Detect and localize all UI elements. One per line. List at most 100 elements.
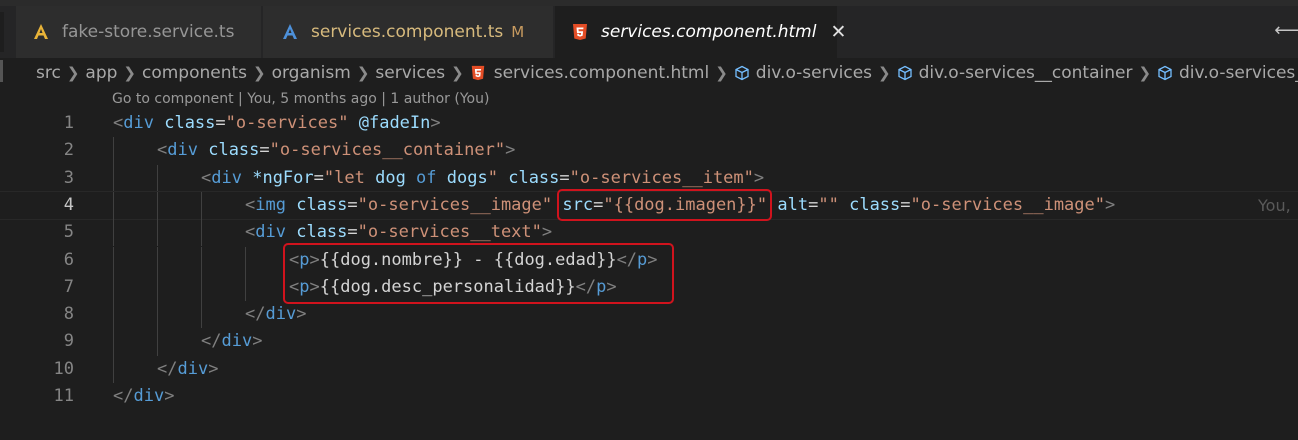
code-token: </ (245, 304, 266, 325)
html5-icon (470, 65, 486, 81)
line-number[interactable]: 4 (0, 192, 74, 219)
code-token: = (347, 194, 358, 215)
breadcrumb-item-file[interactable]: services.component.html (494, 63, 709, 83)
code-editor[interactable]: 1 <div class="o-services" @fadeIn> 2 <div c… (0, 110, 1298, 410)
line-number[interactable]: 3 (0, 165, 74, 192)
code-token: class (296, 194, 348, 215)
code-token: > (1105, 194, 1116, 215)
code-token: = (347, 222, 358, 243)
indent-guide (113, 191, 114, 220)
code-token: *ngFor (252, 167, 314, 188)
code-content[interactable]: </div> (201, 328, 262, 355)
line-number[interactable]: 2 (0, 137, 74, 164)
line-number[interactable]: 5 (0, 219, 74, 246)
indent-guide (157, 273, 158, 302)
code-token: div (167, 140, 198, 161)
breadcrumb-item-organism[interactable]: organism (272, 63, 351, 83)
code-token: > (753, 167, 765, 188)
line-number[interactable]: 6 (0, 247, 74, 274)
line-number[interactable]: 10 (0, 356, 74, 383)
breadcrumb-item-components[interactable]: components (142, 63, 247, 83)
indent-guide (113, 164, 114, 192)
code-token: "o-services__image" (357, 194, 553, 215)
go-back-icon[interactable]: ⟵ (1274, 20, 1298, 41)
code-token: " (487, 167, 498, 188)
code-line[interactable]: 1 <div class="o-services" @fadeIn> (0, 110, 1298, 137)
code-content[interactable]: </div> (113, 383, 174, 410)
code-token: = (259, 140, 270, 161)
indent-guide (113, 328, 114, 356)
code-token: " (323, 167, 335, 188)
code-line[interactable]: 8 </div> (0, 301, 1298, 329)
chevron-right-icon: ❯ (356, 64, 370, 82)
breadcrumb-item-div-o-services[interactable]: div.o-services (756, 63, 872, 83)
code-token: div (255, 222, 286, 243)
code-line[interactable]: 9 </div> (0, 328, 1298, 356)
line-number[interactable]: 7 (0, 274, 74, 301)
chevron-right-icon: ❯ (253, 64, 266, 82)
code-line[interactable]: 10 </div> (0, 355, 1298, 383)
line-number[interactable]: 8 (0, 301, 74, 328)
code-line[interactable]: 2 <div class="o-services__container"> (0, 137, 1298, 165)
code-token: "o-services" (225, 113, 349, 133)
tab-fake-store-service[interactable]: fake-store.service.ts (16, 6, 261, 58)
indent-guide (201, 273, 202, 302)
indent-guide (245, 246, 246, 274)
indent-guide (157, 246, 158, 274)
code-token: div (177, 358, 209, 379)
angular-service-icon (32, 23, 50, 41)
code-token: = (559, 167, 570, 188)
cube-icon (897, 65, 913, 81)
code-line[interactable]: 11 </div> (0, 383, 1298, 410)
breadcrumb-item-div-container[interactable]: div.o-services__container (919, 63, 1133, 83)
code-token: dogs (446, 167, 488, 188)
indent-guide (113, 301, 114, 329)
code-token: = (808, 194, 819, 215)
code-token: > (252, 331, 263, 352)
breadcrumb-item-src[interactable]: src (36, 63, 61, 83)
code-token: < (157, 140, 168, 161)
code-content[interactable]: <div class="o-services" @fadeIn> (113, 110, 441, 137)
tab-services-component-html[interactable]: services.component.html ✕ (555, 6, 846, 58)
breadcrumb: src ❯ app ❯ components ❯ organism ❯ serv… (0, 58, 1298, 88)
chevron-right-icon: ❯ (715, 64, 728, 82)
code-token: > (296, 304, 307, 325)
html5-icon (571, 23, 589, 41)
code-content[interactable]: </div> (157, 356, 218, 383)
code-token: class (296, 222, 348, 243)
tab-services-component-ts[interactable]: services.component.ts M (263, 6, 553, 58)
indent-guide (201, 301, 202, 329)
chevron-right-icon: ❯ (878, 64, 891, 82)
indent-guide (245, 273, 246, 302)
line-number[interactable]: 1 (0, 110, 74, 137)
code-token: < (245, 194, 256, 215)
inline-blame: You, (1258, 195, 1291, 215)
code-token: div (221, 331, 253, 352)
code-line[interactable]: 3 <div *ngFor="let dog of dogs" class="o-… (0, 164, 1298, 192)
close-icon[interactable]: ✕ (830, 21, 846, 43)
code-token: dog (375, 167, 417, 188)
code-content[interactable]: <div class="o-services__container"> (157, 137, 515, 164)
breadcrumb-item-div-item[interactable]: div.o-services__ite (1179, 63, 1298, 83)
code-token: class (508, 167, 560, 188)
chevron-right-icon: ❯ (1138, 64, 1152, 82)
indent-guide (157, 191, 158, 220)
codelens-info[interactable]: Go to component | You, 5 months ago | 1 … (112, 91, 489, 107)
line-number[interactable]: 9 (0, 328, 74, 355)
tab-label: fake-store.service.ts (62, 22, 235, 42)
code-token: > (541, 222, 553, 243)
breadcrumb-item-services[interactable]: services (375, 63, 445, 83)
code-token: "o-services__container" (269, 140, 506, 161)
indent-guide (201, 219, 202, 247)
chevron-right-icon: ❯ (66, 64, 80, 82)
line-number[interactable]: 11 (0, 383, 74, 410)
breadcrumb-item-app[interactable]: app (85, 63, 117, 83)
code-token: = (215, 113, 226, 133)
code-content[interactable]: </div> (245, 301, 306, 328)
code-content[interactable]: <div *ngFor="let dog of dogs" class="o-s… (201, 165, 764, 192)
